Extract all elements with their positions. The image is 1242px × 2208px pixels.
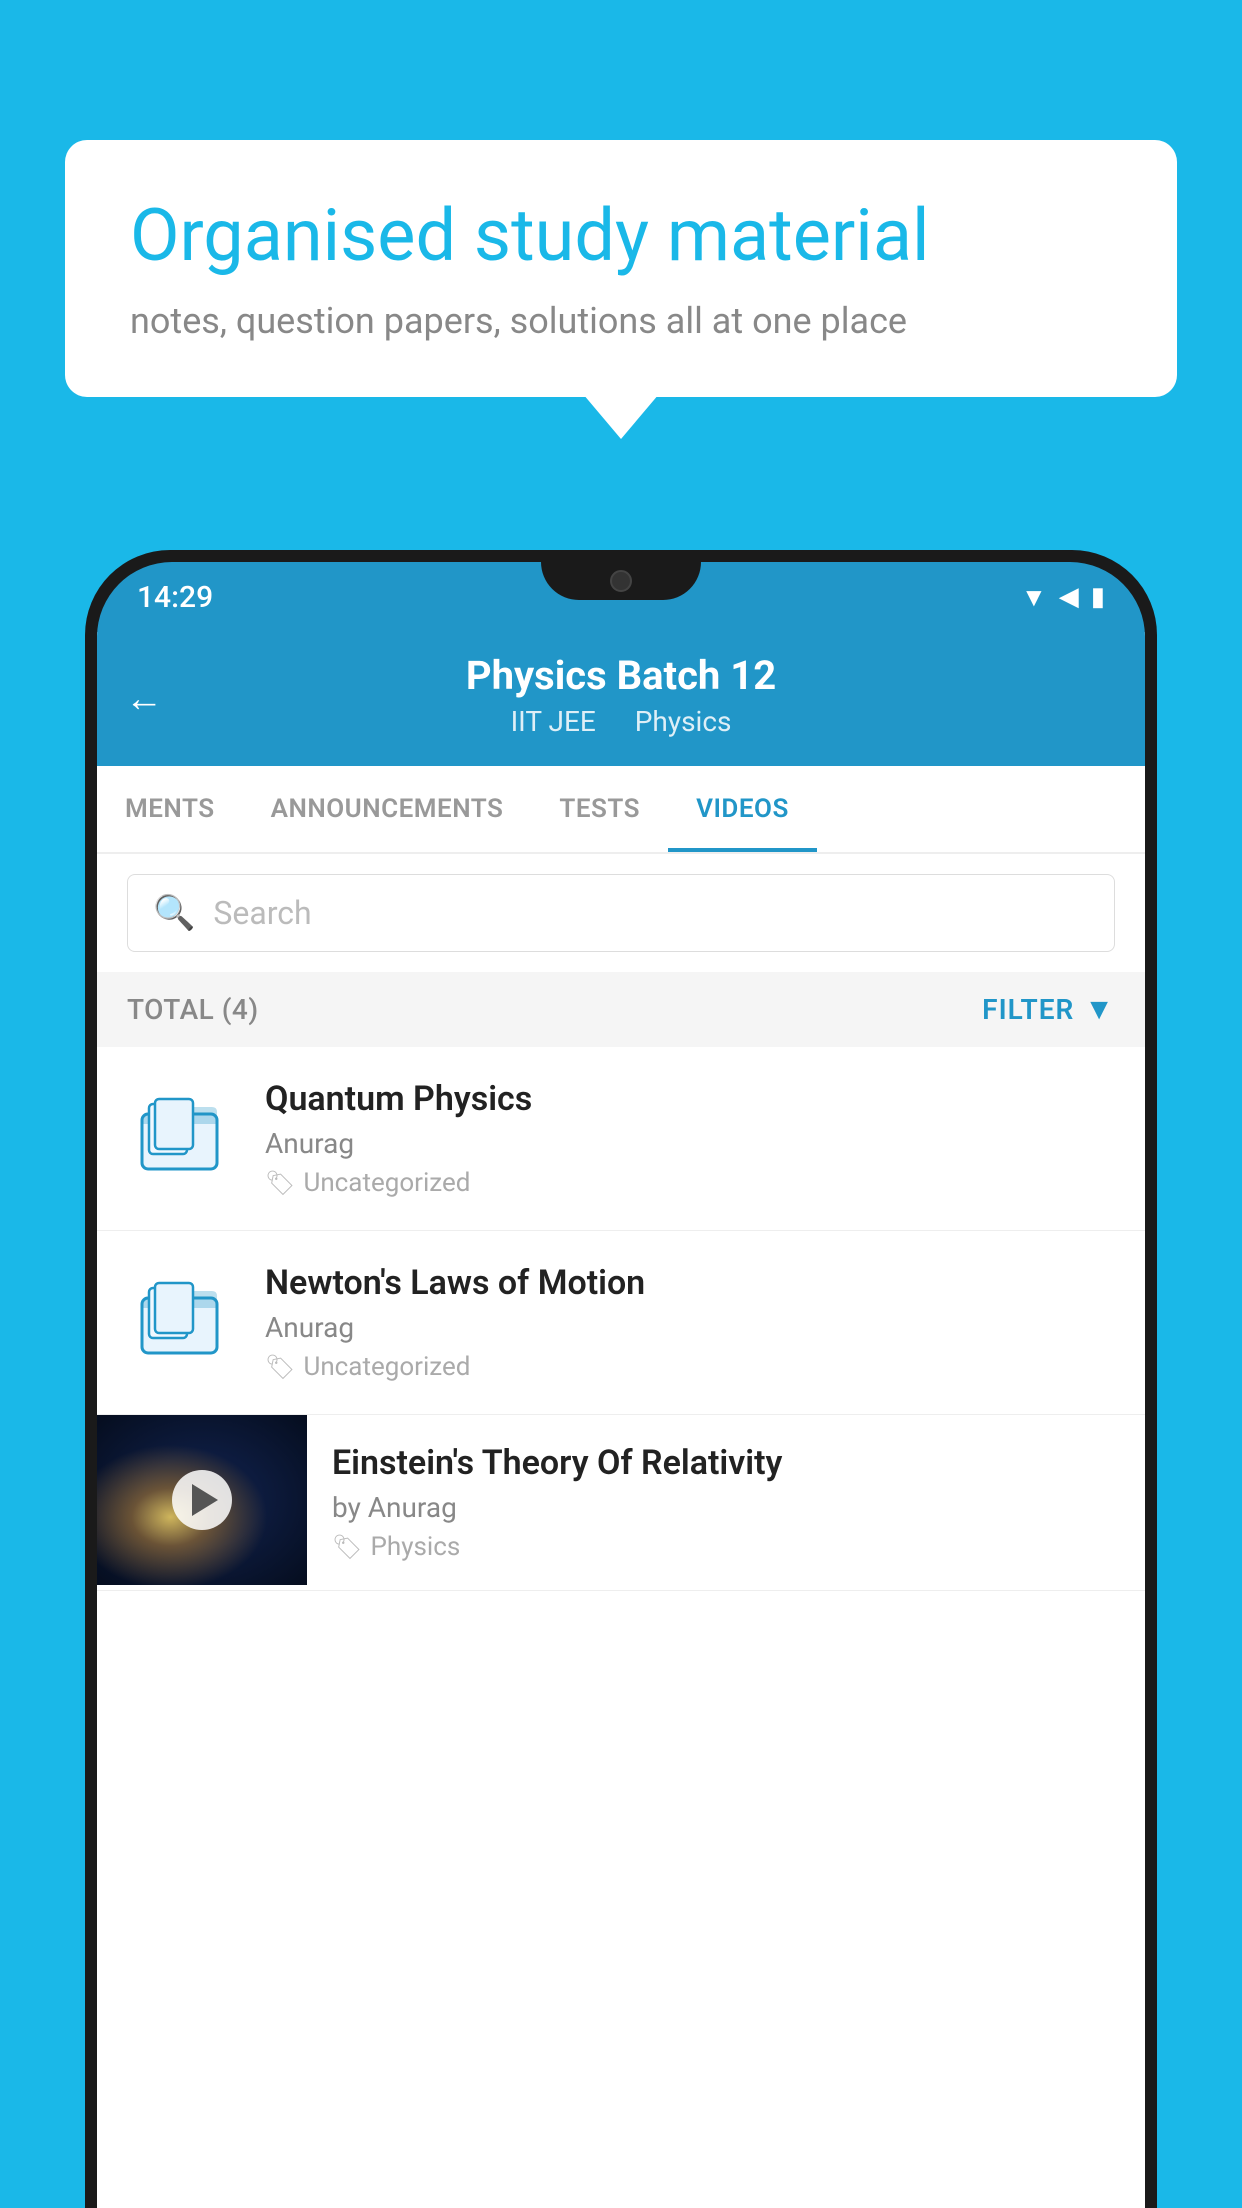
- tag-label: Uncategorized: [303, 1352, 470, 1382]
- tag-label: Uncategorized: [303, 1168, 470, 1198]
- wifi-icon: ▼: [1021, 582, 1047, 613]
- video-author: Anurag: [265, 1311, 1115, 1344]
- video-tag: 🏷 Uncategorized: [265, 1352, 1115, 1382]
- speech-bubble: Organised study material notes, question…: [65, 140, 1177, 397]
- tab-tests[interactable]: TESTS: [531, 766, 668, 852]
- list-item[interactable]: Quantum Physics Anurag 🏷 Uncategorized: [97, 1047, 1145, 1231]
- header-title: Physics Batch 12: [127, 652, 1115, 699]
- tag-icon: 🏷: [265, 1353, 295, 1381]
- back-button[interactable]: ←: [125, 677, 163, 721]
- video-info: Newton's Laws of Motion Anurag 🏷 Uncateg…: [265, 1263, 1115, 1382]
- search-placeholder: Search: [213, 894, 311, 932]
- tab-videos[interactable]: VIDEOS: [668, 766, 817, 852]
- tag-label: Physics: [370, 1532, 460, 1562]
- video-title: Einstein's Theory Of Relativity: [332, 1443, 1120, 1483]
- folder-icon-wrap: [127, 1263, 237, 1373]
- tab-ments[interactable]: MENTS: [97, 766, 243, 852]
- phone-notch: [541, 562, 701, 600]
- tag-icon: 🏷: [332, 1533, 362, 1561]
- tag-icon: 🏷: [265, 1169, 295, 1197]
- status-time: 14:29: [137, 580, 213, 615]
- video-info: Quantum Physics Anurag 🏷 Uncategorized: [265, 1079, 1115, 1198]
- front-camera: [610, 570, 632, 592]
- phone-inner: 14:29 ▼ ◀ ▮ ← Physics Batch 12 IIT JEE P…: [97, 562, 1145, 2208]
- bubble-subtitle: notes, question papers, solutions all at…: [130, 300, 1112, 342]
- video-author: by Anurag: [332, 1491, 1120, 1524]
- total-count: TOTAL (4): [127, 993, 259, 1026]
- search-box[interactable]: 🔍 Search: [127, 874, 1115, 952]
- tab-announcements[interactable]: ANNOUNCEMENTS: [243, 766, 532, 852]
- subtitle-physics: Physics: [635, 705, 732, 738]
- filter-bar: TOTAL (4) FILTER ▼: [97, 972, 1145, 1047]
- video-title: Quantum Physics: [265, 1079, 1115, 1119]
- status-icons: ▼ ◀ ▮: [1021, 582, 1105, 613]
- filter-label: FILTER: [982, 993, 1074, 1026]
- video-tag: 🏷 Physics: [332, 1532, 1120, 1562]
- video-info: Einstein's Theory Of Relativity by Anura…: [307, 1415, 1145, 1590]
- folder-icon: [137, 1273, 227, 1363]
- phone-frame: 14:29 ▼ ◀ ▮ ← Physics Batch 12 IIT JEE P…: [85, 550, 1157, 2208]
- filter-button[interactable]: FILTER ▼: [982, 992, 1115, 1027]
- video-title: Newton's Laws of Motion: [265, 1263, 1115, 1303]
- list-item[interactable]: Einstein's Theory Of Relativity by Anura…: [97, 1415, 1145, 1591]
- video-author: Anurag: [265, 1127, 1115, 1160]
- signal-icon: ◀: [1059, 582, 1079, 612]
- app-header: ← Physics Batch 12 IIT JEE Physics: [97, 632, 1145, 766]
- bubble-title: Organised study material: [130, 195, 1112, 278]
- subtitle-iitjee: IIT JEE: [511, 705, 596, 738]
- search-icon: 🔍: [153, 893, 195, 933]
- header-subtitle: IIT JEE Physics: [127, 705, 1115, 738]
- play-button[interactable]: [172, 1470, 232, 1530]
- battery-icon: ▮: [1091, 582, 1105, 612]
- play-icon: [192, 1484, 218, 1516]
- speech-bubble-container: Organised study material notes, question…: [65, 140, 1177, 397]
- search-container: 🔍 Search: [97, 854, 1145, 972]
- list-item[interactable]: Newton's Laws of Motion Anurag 🏷 Uncateg…: [97, 1231, 1145, 1415]
- video-tag: 🏷 Uncategorized: [265, 1168, 1115, 1198]
- folder-icon-wrap: [127, 1079, 237, 1189]
- tabs-bar: MENTS ANNOUNCEMENTS TESTS VIDEOS: [97, 766, 1145, 854]
- filter-icon: ▼: [1084, 992, 1115, 1027]
- video-thumbnail: [97, 1415, 307, 1585]
- screen-content: ← Physics Batch 12 IIT JEE Physics MENTS…: [97, 632, 1145, 2208]
- folder-icon: [137, 1089, 227, 1179]
